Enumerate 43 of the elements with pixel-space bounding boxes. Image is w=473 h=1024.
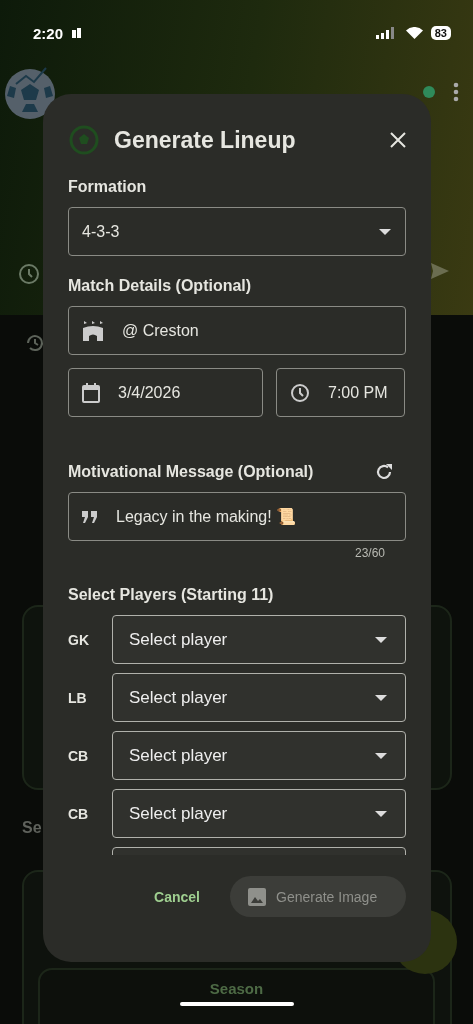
field-label: Formation: [68, 178, 148, 196]
message-field[interactable]: Legacy in the making! 📜: [68, 492, 406, 541]
season-label: Season: [209, 980, 264, 999]
status-time: 2:20: [33, 24, 64, 42]
cancel-button[interactable]: Cancel: [142, 878, 212, 915]
dropdown-caret-icon: [375, 636, 387, 643]
time-field[interactable]: 7:00 PM: [276, 368, 405, 417]
player-dropdown[interactable]: Select player: [112, 615, 406, 664]
player-dropdown[interactable]: Select player: [112, 731, 406, 780]
field-label: Match Details (Optional): [68, 277, 253, 295]
app-indicator-icon: [71, 27, 84, 39]
status-dot: [423, 86, 435, 98]
dialog-title: Generate Lineup: [114, 126, 297, 154]
battery-indicator: 83: [430, 26, 451, 40]
dropdown-caret-icon: [375, 752, 387, 759]
character-counter: 23/60: [353, 546, 385, 560]
dropdown-caret-icon: [375, 810, 387, 817]
venue-field[interactable]: @ Creston: [68, 306, 406, 355]
close-icon[interactable]: [390, 132, 406, 148]
calendar-icon: [82, 382, 100, 403]
field-label: Select Players (Starting 11): [68, 586, 275, 604]
player-dropdown[interactable]: Select player: [112, 673, 406, 722]
stadium-icon: [82, 320, 104, 341]
formation-dropdown[interactable]: 4-3-3: [68, 207, 406, 256]
position-label: CB: [68, 805, 90, 822]
dropdown-caret-icon: [375, 694, 387, 701]
clock-icon[interactable]: [18, 263, 40, 285]
position-label: GK: [68, 631, 90, 648]
player-dropdown[interactable]: Select player: [112, 789, 406, 838]
history-icon[interactable]: [25, 333, 45, 353]
date-field[interactable]: 3/4/2026: [68, 368, 263, 417]
field-label: Motivational Message (Optional): [68, 463, 314, 481]
soccer-ball-icon: [68, 124, 100, 156]
dropdown-caret-icon: [379, 228, 391, 235]
clock-icon: [290, 382, 310, 403]
refresh-icon[interactable]: [375, 463, 393, 481]
image-icon: [248, 887, 266, 906]
quote-icon: [82, 510, 98, 523]
position-label: CB: [68, 747, 90, 764]
wifi-icon: [405, 27, 423, 39]
position-label: LB: [68, 689, 88, 706]
section-heading: Se: [22, 819, 42, 837]
more-menu-icon[interactable]: [453, 82, 459, 102]
